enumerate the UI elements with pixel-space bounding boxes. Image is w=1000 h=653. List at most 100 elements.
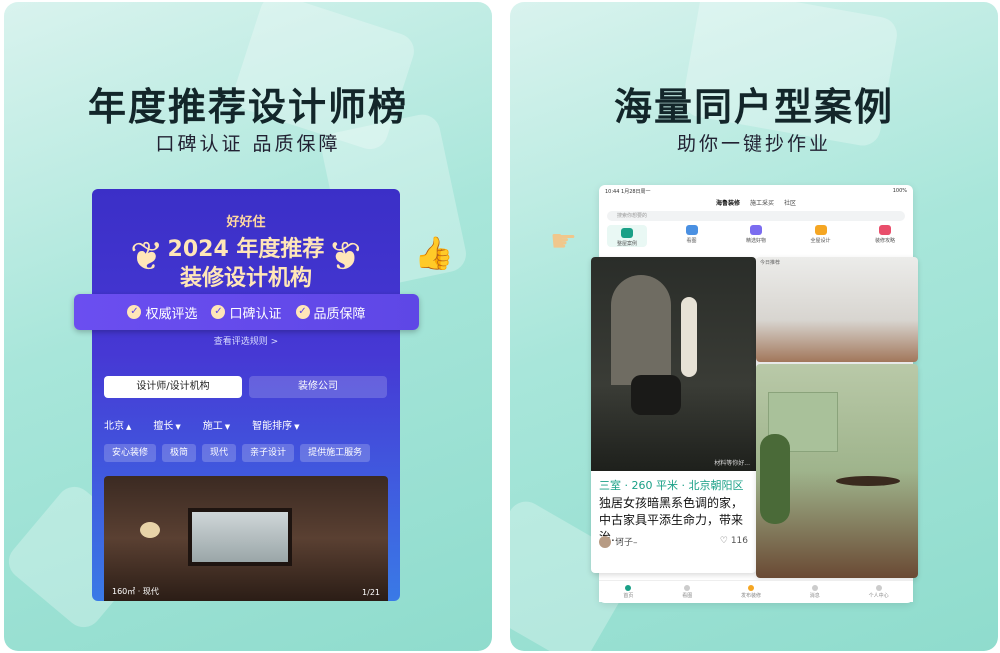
- caret-up-icon: ▲: [126, 423, 132, 431]
- message-icon: [811, 584, 818, 591]
- status-time: 10:44: [605, 189, 620, 195]
- tag-item[interactable]: 安心装修: [104, 444, 157, 462]
- badge-label: 品质保障: [313, 306, 366, 322]
- status-date: 1月28日周一: [621, 189, 651, 195]
- tabbar-profile[interactable]: 个人中心: [868, 584, 889, 599]
- tabbar-label: 看图: [682, 592, 693, 599]
- user-icon: [875, 584, 882, 591]
- house-icon: [621, 228, 633, 238]
- award-subtitle: 装修设计机构: [179, 266, 312, 291]
- ball-icon: [750, 225, 762, 235]
- category-label: 看图: [686, 238, 697, 244]
- status-bar: 10:44 1月28日周一 100%: [605, 188, 907, 195]
- case-author[interactable]: 诃子–: [599, 535, 638, 548]
- bag-icon: [879, 225, 891, 235]
- tabbar-label: 消息: [809, 592, 820, 599]
- category-label: 全屋设计: [810, 238, 831, 244]
- search-input[interactable]: 搜索你想要的: [607, 211, 905, 221]
- tag-item[interactable]: 现代: [202, 444, 237, 462]
- image-caption: 材料等你好...: [714, 460, 750, 467]
- tabbar-label: 发布装修: [740, 592, 761, 599]
- photo-window: [188, 508, 292, 566]
- avatar: [599, 535, 611, 548]
- case-card[interactable]: 材料等你好... 三室 · 260 平米 · 北京朝阳区 独居女孩暗黑系色调的家…: [591, 257, 756, 573]
- case-thumbnail[interactable]: [756, 364, 918, 578]
- tab-shopping[interactable]: 施工采买: [750, 198, 774, 207]
- category-row: 整屋案例 看图 精选好物 全屋设计 装修攻略: [607, 225, 905, 247]
- category-item[interactable]: 精选好物: [736, 225, 776, 247]
- badge-item: ✓ 口碑认证: [211, 303, 282, 322]
- category-item[interactable]: 装修攻略: [865, 225, 905, 247]
- filter-specialty-label: 擅长: [153, 421, 174, 432]
- tag-list: 安心装修 极简 现代 亲子设计 提供施工服务: [104, 444, 371, 462]
- cube-icon: [814, 225, 827, 235]
- badge-bar: ✓ 权威评选 ✓ 口碑认证 ✓ 品质保障: [74, 294, 419, 330]
- tag-item[interactable]: 提供施工服务: [300, 444, 371, 462]
- tag-item[interactable]: 亲子设计: [242, 444, 295, 462]
- rules-link[interactable]: 查看评选规则 >: [92, 334, 400, 347]
- category-label: 精选好物: [745, 238, 766, 244]
- category-item[interactable]: 看图: [672, 225, 712, 247]
- caret-down-icon: ▼: [294, 423, 300, 431]
- home-icon: [625, 584, 632, 591]
- image-chair: [631, 375, 681, 415]
- case-card-image: 材料等你好...: [591, 257, 756, 471]
- bottom-tab-bar: 首页 看图 发布装修 消息 个人中心: [599, 580, 913, 602]
- designer-ranking-screen: 好好住 ❦ ❦ 2024 年度推荐 装修设计机构 查看评选规则 > 设计师/设计…: [92, 189, 400, 601]
- case-thumbnail[interactable]: 今日推荐: [756, 257, 918, 362]
- tabbar-home[interactable]: 首页: [623, 584, 634, 599]
- filter-sort[interactable]: 智能排序 ▼: [252, 417, 299, 432]
- thumbs-up-icon: 👍: [414, 234, 454, 272]
- filter-city[interactable]: 北京 ▲: [104, 417, 131, 432]
- author-name: 诃子–: [615, 538, 638, 548]
- heart-icon: ♡: [719, 536, 728, 546]
- thumbnail-caption: 今日推荐: [760, 260, 781, 266]
- tabbar-messages[interactable]: 消息: [809, 584, 820, 599]
- tab-decoration-company[interactable]: 装修公司: [249, 376, 387, 398]
- filter-construction[interactable]: 施工 ▼: [203, 417, 230, 432]
- image-plant: [760, 434, 790, 524]
- tab-home[interactable]: 海鲁装修: [716, 198, 740, 207]
- pointing-hand-icon: ☛: [550, 224, 577, 259]
- filter-bar: 北京 ▲ 擅长 ▼ 施工 ▼ 智能排序 ▼: [104, 417, 300, 432]
- category-label: 装修攻略: [874, 238, 895, 244]
- image-sculpture: [681, 297, 697, 377]
- panel-headline: 年度推荐设计师榜: [87, 85, 408, 129]
- tabbar-label: 个人中心: [868, 592, 889, 599]
- check-icon: ✓: [211, 305, 226, 319]
- filter-specialty[interactable]: 擅长 ▼: [153, 417, 180, 432]
- top-nav: 海鲁装修 施工采买 社区: [599, 198, 913, 207]
- check-icon: ✓: [127, 305, 142, 319]
- tag-item[interactable]: 极简: [162, 444, 197, 462]
- caret-down-icon: ▼: [224, 423, 231, 431]
- panel-subline: 口碑认证 品质保障: [155, 133, 341, 155]
- award-title: 2024 年度推荐: [167, 237, 325, 262]
- photo-index: 1/21: [362, 588, 380, 597]
- case-location: 三室 · 260 平米 · 北京朝阳区: [599, 479, 744, 492]
- status-battery: 100%: [892, 188, 907, 194]
- category-item[interactable]: 整屋案例: [607, 225, 647, 247]
- like-button[interactable]: ♡ 116: [720, 536, 748, 546]
- tab-community[interactable]: 社区: [784, 198, 796, 207]
- badge-item: ✓ 品质保障: [295, 303, 366, 322]
- image-table: [836, 476, 900, 486]
- check-icon: ✓: [295, 305, 310, 319]
- tabbar-label: 首页: [623, 592, 634, 599]
- tabbar-gallery[interactable]: 看图: [682, 584, 693, 599]
- category-item[interactable]: 全屋设计: [801, 225, 841, 247]
- filter-construction-label: 施工: [202, 421, 223, 432]
- promo-panel-right: 海量同户型案例 助你一键抄作业 10:44 1月28日周一 100% 海鲁装修 …: [510, 2, 998, 651]
- badge-label: 权威评选: [145, 306, 198, 322]
- badge-label: 口碑认证: [229, 306, 282, 322]
- like-count: 116: [730, 536, 748, 546]
- panel-headline: 海量同户型案例: [613, 85, 894, 129]
- tab-designer[interactable]: 设计师/设计机构: [104, 376, 242, 398]
- plus-icon: [747, 584, 754, 591]
- filter-city-label: 北京: [104, 421, 124, 432]
- image-arch: [611, 275, 671, 385]
- badge-item: ✓ 权威评选: [127, 303, 197, 322]
- case-photo[interactable]: 160㎡ · 现代 1/21: [104, 476, 388, 601]
- image-icon: [684, 584, 691, 591]
- tabbar-publish[interactable]: 发布装修: [740, 584, 761, 599]
- photo-caption: 160㎡ · 现代: [112, 587, 159, 596]
